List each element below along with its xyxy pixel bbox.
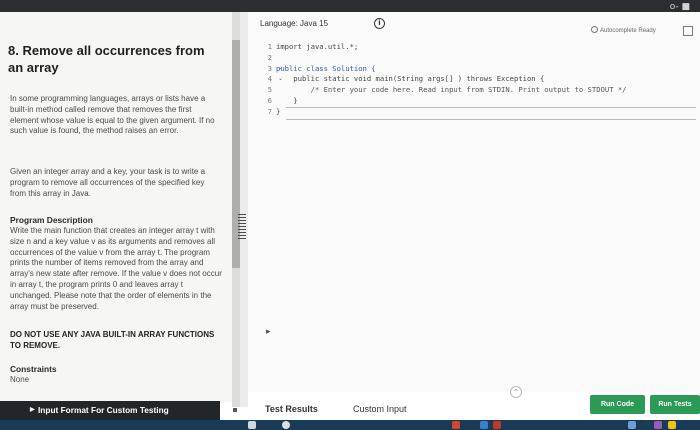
line-number: 2	[267, 53, 272, 62]
fullscreen-icon[interactable]	[683, 26, 693, 36]
line-number: 7	[267, 107, 272, 116]
problem-title: 8. Remove all occurrences from an array	[8, 43, 205, 75]
taskbar-app-icon[interactable]	[493, 421, 501, 429]
info-icon[interactable]: i	[374, 18, 385, 29]
taskbar-app-icon[interactable]	[282, 421, 290, 429]
problem-panel: 8. Remove all occurrences from an array …	[0, 12, 232, 402]
resize-handle[interactable]	[238, 214, 246, 240]
tab-custom-input[interactable]: Custom Input	[353, 404, 407, 414]
language-select[interactable]: Language: Java 15	[260, 19, 328, 28]
constraints-heading: Constraints	[10, 364, 57, 374]
scroll-up-icon[interactable]: ⌃	[510, 386, 522, 398]
line-number: 5	[267, 86, 272, 95]
description-warning: DO NOT USE ANY JAVA BUILT-IN ARRAY FUNCT…	[10, 330, 215, 350]
topbar-icons: o- ■	[669, 2, 690, 12]
problem-paragraph-1: In some programming languages, arrays or…	[10, 94, 215, 136]
code-line[interactable]: /* Enter your code here. Read input from…	[276, 85, 696, 96]
taskbar-app-icon[interactable]	[628, 421, 636, 429]
taskbar-app-icon[interactable]	[654, 421, 662, 429]
line-number-gutter: 1 2 3 4 5 6 7	[252, 42, 272, 118]
taskbar-app-icon[interactable]	[452, 421, 460, 429]
code-line[interactable]	[276, 53, 696, 64]
taskbar-app-icon[interactable]	[248, 421, 256, 429]
taskbar-app-icon[interactable]	[480, 421, 488, 429]
line-number: 1	[267, 43, 272, 51]
problem-paragraph-2: Given an integer array and a key, your t…	[10, 167, 206, 198]
mouse-cursor-icon: ▸	[266, 326, 271, 336]
code-line[interactable]: public static void main(String args[] ) …	[276, 74, 696, 85]
window-topbar: o- ■	[0, 0, 700, 12]
run-tests-button[interactable]: Run Tests	[650, 395, 700, 414]
expand-triangle-icon: ▶	[30, 407, 35, 413]
line-number: 4	[267, 75, 272, 84]
code-line[interactable]: import java.util.*;	[276, 42, 696, 53]
active-line-highlight	[286, 107, 696, 120]
autocomplete-icon	[591, 26, 598, 33]
description-body: Write the main function that creates an …	[10, 226, 222, 311]
taskbar-app-icon[interactable]	[668, 421, 676, 429]
line-number: 3	[267, 64, 272, 73]
autocomplete-status[interactable]: Autocomplete Ready	[591, 26, 656, 34]
run-code-button[interactable]: Run Code	[590, 395, 645, 414]
autocomplete-label: Autocomplete Ready	[600, 28, 656, 34]
code-line[interactable]: public class Solution {	[276, 64, 696, 75]
description-heading: Program Description	[10, 215, 93, 225]
panel-marker	[233, 408, 237, 412]
code-line[interactable]: }	[276, 96, 696, 107]
line-number: 6	[267, 96, 272, 105]
tab-test-results[interactable]: Test Results	[265, 404, 318, 414]
os-taskbar	[0, 420, 700, 430]
input-format-label: Input Format For Custom Testing	[38, 405, 169, 415]
input-format-toggle[interactable]: ▶ Input Format For Custom Testing	[0, 401, 220, 420]
constraints-value: None	[10, 375, 30, 384]
panel-divider[interactable]	[240, 12, 248, 407]
